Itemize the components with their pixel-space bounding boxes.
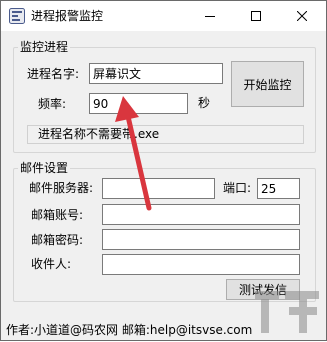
recipient-input[interactable] xyxy=(102,254,300,275)
minimize-icon xyxy=(205,16,215,17)
mail-account-label: 邮箱账号: xyxy=(31,208,84,222)
close-button[interactable] xyxy=(279,1,325,31)
exe-hint-text: 进程名称不需要带.exe xyxy=(38,127,160,141)
mail-server-label: 邮件服务器: xyxy=(29,181,94,195)
mail-account-input[interactable] xyxy=(102,204,300,225)
footer-author-info: 作者:小道道@码农网 邮箱:help@itsvse.com xyxy=(6,323,253,337)
process-name-input[interactable] xyxy=(89,63,223,84)
watermark-logo xyxy=(255,291,319,333)
interval-label: 频率: xyxy=(38,97,67,111)
process-name-label: 进程名字: xyxy=(27,67,80,81)
main-window: 进程报警监控 监控进程 进程名字: 频率: 秒 开始监控 进程名称不需要带.ex… xyxy=(0,0,327,341)
port-input[interactable] xyxy=(257,178,300,199)
mail-password-input[interactable] xyxy=(102,229,300,250)
maximize-icon xyxy=(251,11,261,21)
maximize-button[interactable] xyxy=(233,1,279,31)
mail-group-title: 邮件设置 xyxy=(18,161,71,175)
minimize-button[interactable] xyxy=(187,1,233,31)
window-title: 进程报警监控 xyxy=(31,9,104,23)
monitor-group-title: 监控进程 xyxy=(18,40,71,54)
exe-hint: 进程名称不需要带.exe xyxy=(27,125,304,144)
app-icon xyxy=(9,8,25,24)
mail-server-input[interactable] xyxy=(102,178,215,199)
start-monitor-button[interactable]: 开始监控 xyxy=(231,61,304,107)
interval-unit: 秒 xyxy=(198,96,211,110)
title-bar: 进程报警监控 xyxy=(1,1,326,31)
port-label: 端口: xyxy=(223,181,252,195)
close-icon xyxy=(297,11,307,21)
recipient-label: 收件人: xyxy=(31,257,72,271)
interval-input[interactable] xyxy=(89,93,188,114)
mail-password-label: 邮箱密码: xyxy=(31,233,84,247)
